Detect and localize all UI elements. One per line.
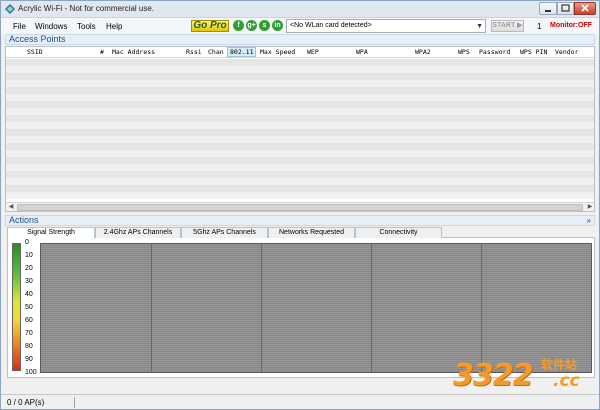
google-plus-icon[interactable]: g+: [246, 20, 257, 31]
ap-horizontal-scrollbar[interactable]: ◀ ▶: [6, 202, 594, 211]
wlan-card-value: <No WLan card detected>: [290, 22, 372, 29]
table-row: [6, 129, 594, 136]
table-row: [6, 157, 594, 164]
tab-networks-requested[interactable]: Networks Requested: [268, 227, 355, 238]
tab-24ghz-channels[interactable]: 2.4Ghz APs Channels: [95, 227, 181, 238]
go-pro-button[interactable]: Go Pro: [191, 20, 229, 32]
close-button[interactable]: [574, 2, 596, 15]
scale-label: 60: [25, 317, 33, 324]
table-row: [6, 73, 594, 80]
skype-icon[interactable]: s: [259, 20, 270, 31]
table-row: [6, 108, 594, 115]
window-title: Acrylic Wi-Fi - Not for commercial use.: [18, 4, 155, 13]
column-wep[interactable]: WEP: [307, 48, 319, 56]
scale-label: 80: [25, 343, 33, 350]
tab-5ghz-channels[interactable]: 5Ghz APs Channels: [181, 227, 268, 238]
access-points-grid[interactable]: SSID # Mac Address Rssi Chan 802.11 Max …: [5, 46, 595, 212]
table-row: [6, 87, 594, 94]
plot-gridline: [261, 244, 262, 372]
ap-rows: [6, 59, 594, 199]
site-watermark: 3322 软件站 .cc: [453, 353, 593, 395]
scroll-right-icon[interactable]: ▶: [585, 203, 594, 211]
actions-title: Actions: [9, 215, 39, 225]
scale-label: 0: [25, 239, 29, 246]
access-points-header: Access Points: [5, 34, 595, 45]
table-row: [6, 192, 594, 199]
scale-label: 10: [25, 252, 33, 259]
column-wps[interactable]: WPS: [458, 48, 470, 56]
minimize-button[interactable]: [539, 2, 557, 15]
facebook-icon[interactable]: f: [233, 20, 244, 31]
close-icon: [581, 4, 589, 12]
table-row: [6, 101, 594, 108]
monitor-status[interactable]: Monitor:OFF: [550, 22, 592, 29]
collapse-icon[interactable]: »: [587, 216, 591, 225]
start-button[interactable]: START ▶: [491, 20, 524, 32]
maximize-icon: [561, 4, 570, 12]
scale-label: 20: [25, 265, 33, 272]
column-wpa[interactable]: WPA: [356, 48, 368, 56]
column-max-speed[interactable]: Max Speed: [260, 48, 295, 56]
table-row: [6, 59, 594, 66]
scrollbar-thumb[interactable]: [17, 204, 583, 211]
table-row: [6, 115, 594, 122]
table-row: [6, 122, 594, 129]
table-row: [6, 178, 594, 185]
column-number[interactable]: #: [100, 48, 104, 56]
plot-gridline: [151, 244, 152, 372]
title-bar: Acrylic Wi-Fi - Not for commercial use.: [1, 1, 599, 18]
menu-file[interactable]: File: [13, 22, 26, 31]
column-wpa2[interactable]: WPA2: [415, 48, 431, 56]
status-bar: 0 / 0 AP(s): [1, 394, 599, 409]
actions-header: Actions »: [5, 215, 595, 226]
column-80211[interactable]: 802.11: [227, 47, 257, 57]
app-window: Acrylic Wi-Fi - Not for commercial use. …: [0, 0, 600, 410]
actions-tabs: Signal Strength 2.4Ghz APs Channels 5Ghz…: [7, 227, 595, 239]
maximize-button[interactable]: [557, 2, 574, 15]
table-row: [6, 80, 594, 87]
table-row: [6, 150, 594, 157]
access-points-title: Access Points: [9, 34, 66, 44]
linkedin-icon[interactable]: in: [272, 20, 283, 31]
menu-windows[interactable]: Windows: [35, 22, 67, 31]
column-password[interactable]: Password: [479, 48, 510, 56]
scale-label: 90: [25, 356, 33, 363]
scale-label: 40: [25, 291, 33, 298]
scale-label: 30: [25, 278, 33, 285]
table-row: [6, 94, 594, 101]
plot-gridline: [371, 244, 372, 372]
menu-help[interactable]: Help: [106, 22, 122, 31]
menu-tools[interactable]: Tools: [77, 22, 96, 31]
watermark-domain: .cc: [553, 371, 580, 391]
column-rssi[interactable]: Rssi: [186, 48, 202, 56]
table-row: [6, 143, 594, 150]
table-row: [6, 164, 594, 171]
table-row: [6, 185, 594, 192]
tab-connectivity[interactable]: Connectivity: [355, 227, 442, 238]
minimize-icon: [545, 10, 551, 12]
table-row: [6, 66, 594, 73]
status-divider: [74, 397, 75, 408]
chevron-down-icon: ▼: [476, 23, 483, 30]
column-mac-address[interactable]: Mac Address: [112, 48, 155, 56]
column-wps-pin[interactable]: WPS PIN: [520, 48, 547, 56]
scale-label: 100: [25, 369, 37, 376]
ap-column-headers: SSID # Mac Address Rssi Chan 802.11 Max …: [6, 47, 594, 58]
scale-label: 50: [25, 304, 33, 311]
card-count: 1: [537, 22, 542, 31]
wlan-card-select[interactable]: <No WLan card detected> ▼: [286, 19, 486, 33]
table-row: [6, 136, 594, 143]
column-vendor[interactable]: Vendor: [555, 48, 578, 56]
column-ssid[interactable]: SSID: [27, 48, 43, 56]
signal-gradient-bar: [12, 243, 21, 371]
scale-label: 70: [25, 330, 33, 337]
ap-count-status: 0 / 0 AP(s): [7, 398, 45, 407]
acrylic-app-icon: [5, 4, 15, 14]
scroll-left-icon[interactable]: ◀: [6, 203, 16, 211]
table-row: [6, 171, 594, 178]
column-chan[interactable]: Chan: [208, 48, 224, 56]
watermark-number: 3322: [453, 358, 533, 393]
